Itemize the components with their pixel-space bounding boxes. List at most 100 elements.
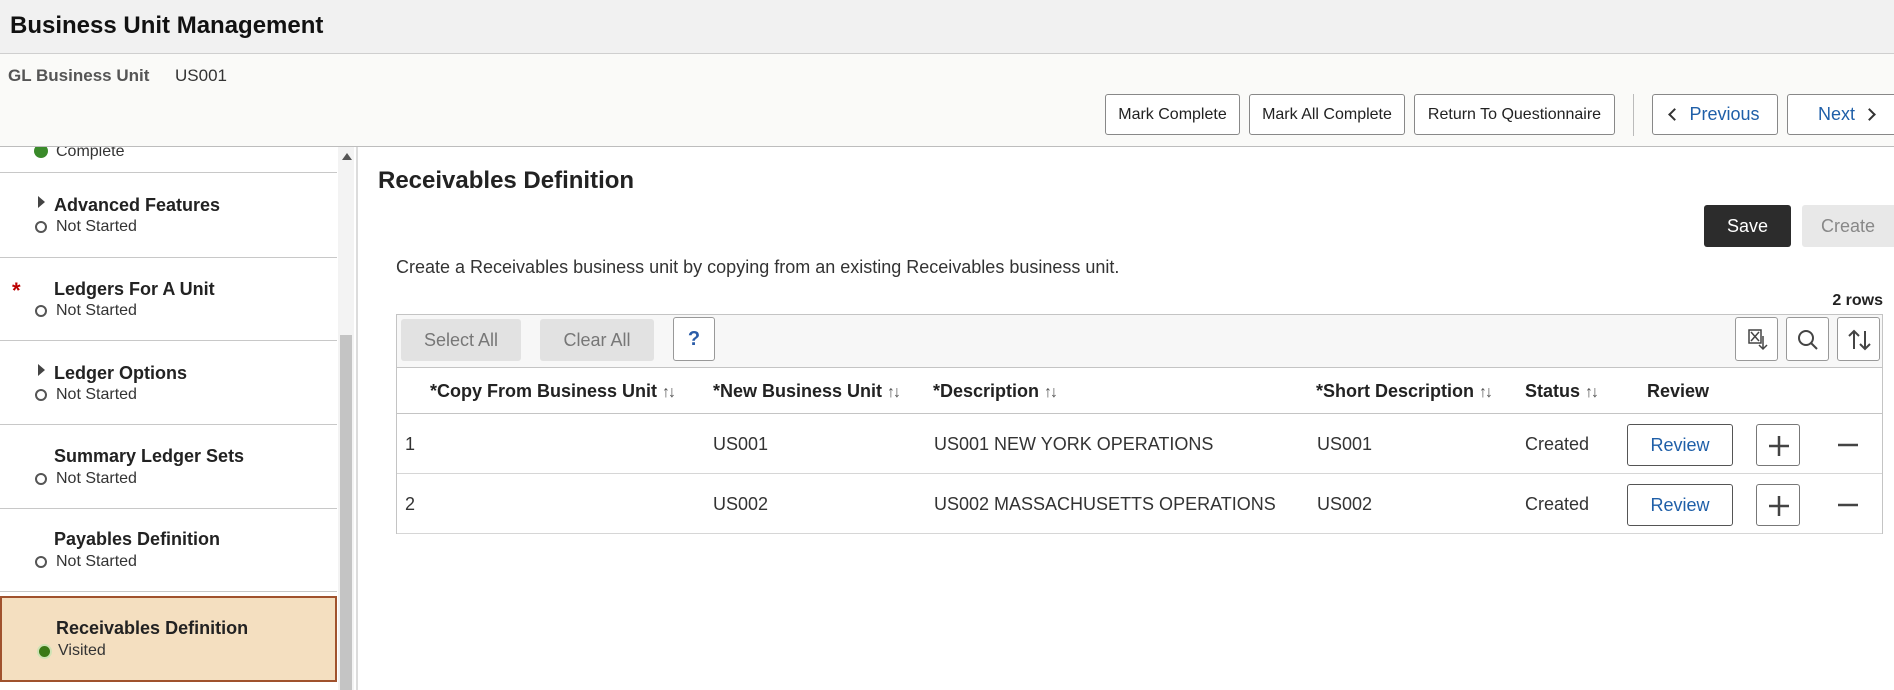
not-started-icon (35, 305, 47, 317)
sidebar-item-ledger-options[interactable]: Ledger Options Not Started (0, 341, 337, 425)
delete-row-button[interactable] (1826, 484, 1870, 526)
sidebar-item-label: Advanced Features (54, 195, 221, 215)
sidebar-item-status: Complete (56, 147, 125, 160)
sort-arrows-icon: ↑↓ (1585, 384, 1599, 401)
sidebar: Complete Advanced Features Not Started *… (0, 147, 337, 690)
status-cell: Created (1525, 434, 1590, 454)
table-row: 1 US001 US001 NEW YORK OPERATIONS US001 … (397, 414, 1882, 474)
description-cell: US001 NEW YORK OPERATIONS (934, 434, 1214, 454)
create-button[interactable]: Create (1802, 205, 1894, 247)
save-button[interactable]: Save (1704, 205, 1791, 247)
expand-triangle-icon (38, 196, 45, 208)
find-button[interactable] (1786, 317, 1829, 361)
sidebar-item-receivables-definition[interactable]: Receivables Definition Visited (0, 596, 337, 682)
short-description-cell: US001 (1317, 434, 1373, 454)
row-number: 1 (405, 434, 416, 454)
business-unit-label: GL Business Unit (8, 66, 150, 85)
sidebar-item-complete[interactable]: Complete (0, 147, 337, 173)
sidebar-item-label: Ledgers For A Unit (54, 279, 215, 299)
plus-icon (1769, 436, 1789, 456)
sub-header: GL Business Unit US001 Mark Complete Mar… (0, 54, 1894, 147)
sidebar-item-status: Not Started (56, 553, 137, 570)
review-button[interactable]: Review (1627, 424, 1733, 466)
scroll-up-arrow-icon[interactable] (342, 153, 352, 160)
table-row: 2 US002 US002 MASSACHUSETTS OPERATIONS U… (397, 474, 1882, 534)
sidebar-item-payables-definition[interactable]: Payables Definition Not Started (0, 509, 337, 592)
column-header-short-description[interactable]: *Short Description ↑↓ (1316, 381, 1493, 402)
next-label: Next (1818, 104, 1856, 124)
complete-check-icon (34, 147, 48, 158)
grid-header-row: *Copy From Business Unit ↑↓ *New Business… (397, 368, 1882, 414)
status-cell: Created (1525, 494, 1590, 514)
row-number: 2 (405, 494, 416, 514)
not-started-icon (35, 556, 47, 568)
previous-button[interactable]: Previous (1652, 94, 1778, 135)
sidebar-item-label: Receivables Definition (56, 618, 249, 638)
sidebar-item-summary-ledger-sets[interactable]: Summary Ledger Sets Not Started (0, 425, 337, 509)
minus-icon (1838, 443, 1858, 447)
not-started-icon (35, 221, 47, 233)
sidebar-item-label: Payables Definition (54, 529, 221, 549)
sidebar-item-ledgers-for-a-unit[interactable]: * Ledgers For A Unit Not Started (0, 258, 337, 341)
sidebar-item-status: Not Started (56, 386, 137, 403)
download-icon (1748, 329, 1768, 351)
sidebar-item-label: Summary Ledger Sets (54, 446, 245, 466)
chevron-right-icon (1863, 108, 1876, 121)
header-divider (1633, 94, 1634, 136)
sidebar-item-status: Not Started (56, 218, 137, 235)
sort-arrows-icon: ↑↓ (887, 384, 901, 401)
receivables-grid: Select All Clear All ? *Copy From Busine… (396, 314, 1883, 534)
sidebar-item-status: Visited (58, 642, 106, 659)
not-started-icon (35, 389, 47, 401)
previous-label: Previous (1689, 104, 1760, 124)
review-button[interactable]: Review (1627, 484, 1733, 526)
grid-toolbar: Select All Clear All ? (397, 315, 1882, 368)
panel-divider (356, 147, 358, 690)
column-header-review: Review (1647, 381, 1710, 401)
sort-arrows-icon: ↑↓ (662, 384, 676, 401)
sort-arrows-icon: ↑↓ (1479, 384, 1493, 401)
minus-icon (1838, 503, 1858, 507)
short-description-cell: US002 (1317, 494, 1373, 514)
description-cell: US002 MASSACHUSETTS OPERATIONS (934, 494, 1276, 514)
add-row-button[interactable] (1756, 424, 1800, 466)
visited-icon (37, 644, 52, 659)
new-business-unit-cell: US002 (713, 494, 769, 514)
business-unit-value: US001 (175, 66, 227, 85)
column-header-copy-from[interactable]: *Copy From Business Unit ↑↓ (430, 381, 676, 402)
new-business-unit-cell: US001 (713, 434, 769, 454)
sidebar-item-label: Ledger Options (54, 363, 188, 383)
chevron-left-icon (1668, 108, 1682, 121)
next-button[interactable]: Next (1787, 94, 1894, 135)
app-header: Business Unit Management (0, 0, 1894, 54)
search-icon (1798, 330, 1818, 350)
add-row-button[interactable] (1756, 484, 1800, 526)
intro-text: Create a Receivables business unit by co… (396, 257, 1120, 277)
page-title: Receivables Definition (378, 167, 635, 194)
plus-icon (1769, 496, 1789, 516)
column-header-status[interactable]: Status ↑↓ (1525, 381, 1599, 402)
sidebar-item-advanced-features[interactable]: Advanced Features Not Started (0, 173, 337, 258)
required-indicator: * (12, 278, 21, 303)
column-header-description[interactable]: *Description ↑↓ (933, 381, 1058, 402)
mark-all-complete-button[interactable]: Mark All Complete (1249, 94, 1405, 135)
sidebar-scrollbar[interactable] (338, 147, 354, 690)
sidebar-item-status: Not Started (56, 302, 137, 319)
delete-row-button[interactable] (1826, 424, 1870, 466)
help-button[interactable]: ? (673, 317, 715, 361)
scroll-thumb[interactable] (340, 335, 352, 690)
mark-complete-button[interactable]: Mark Complete (1105, 94, 1240, 135)
not-started-icon (35, 473, 47, 485)
column-header-new-business-unit[interactable]: *New Business Unit ↑↓ (713, 381, 901, 402)
clear-all-button[interactable]: Clear All (540, 319, 654, 361)
download-button[interactable] (1735, 317, 1778, 361)
app-title: Business Unit Management (10, 12, 324, 39)
row-count: 2 rows (1832, 292, 1883, 309)
expand-triangle-icon (38, 364, 45, 376)
sidebar-item-status: Not Started (56, 470, 137, 487)
return-to-questionnaire-button[interactable]: Return To Questionnaire (1414, 94, 1615, 135)
sort-button[interactable] (1837, 317, 1880, 361)
select-all-button[interactable]: Select All (401, 319, 521, 361)
sort-icon (1848, 329, 1871, 351)
sort-arrows-icon: ↑↓ (1044, 384, 1058, 401)
